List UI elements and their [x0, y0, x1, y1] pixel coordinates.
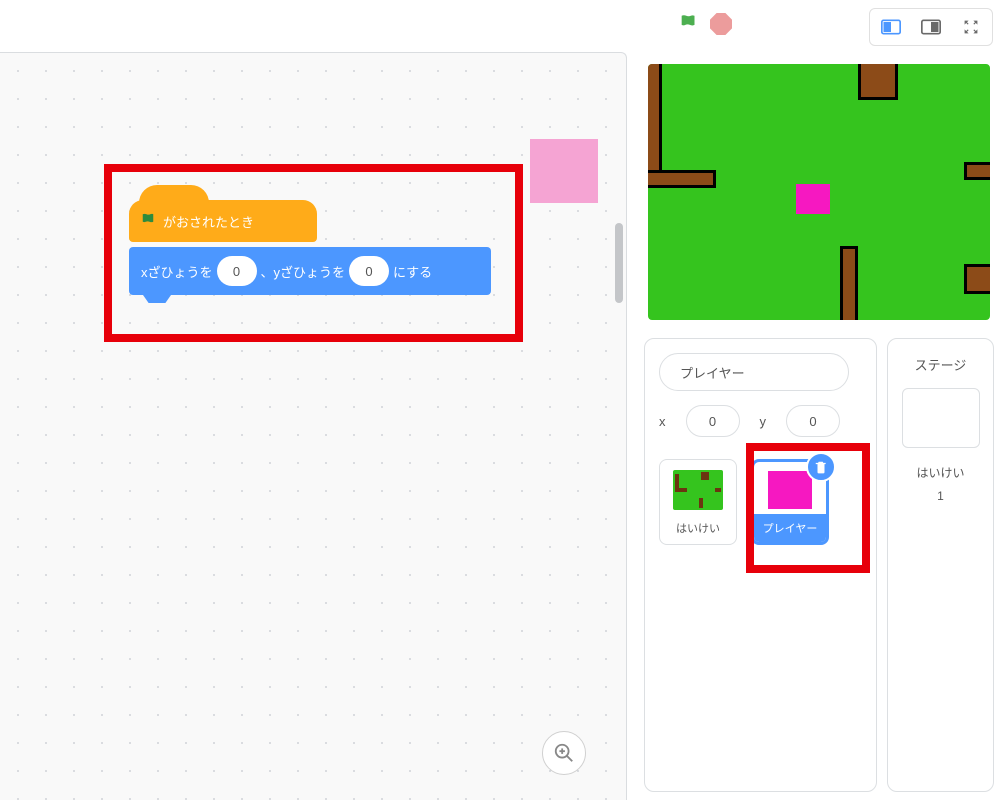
annotation-highlight-sprite	[746, 443, 870, 573]
workspace-scrollbar[interactable]	[615, 223, 623, 303]
sprite-coordinates: x 0 y 0	[659, 405, 862, 437]
sprite-y-field[interactable]: 0	[786, 405, 840, 437]
sprite-name-field[interactable]: プレイヤー	[659, 353, 849, 391]
goto-x-input[interactable]: 0	[217, 256, 257, 286]
stage-backdrop-thumb[interactable]	[902, 388, 980, 448]
sprite-x-field[interactable]: 0	[686, 405, 740, 437]
stage-size-controls	[869, 8, 993, 46]
code-workspace[interactable]: がおされたとき xざひょうを 0 、yざひょうを 0 にする	[0, 52, 627, 800]
goto-y-input[interactable]: 0	[349, 256, 389, 286]
top-toolbar	[0, 0, 1003, 52]
wall	[858, 60, 898, 100]
small-stage-button[interactable]	[873, 12, 909, 42]
hat-block-label: がおされたとき	[163, 212, 254, 231]
x-label: x	[659, 414, 666, 429]
zoom-in-button[interactable]	[542, 731, 586, 775]
when-flag-clicked-block[interactable]: がおされたとき	[129, 200, 317, 242]
wall	[644, 170, 716, 188]
goto-y-label: 、yざひょうを	[261, 262, 346, 281]
large-stage-button[interactable]	[913, 12, 949, 42]
stage-preview[interactable]	[644, 60, 994, 324]
sprite-tile-label: はいけい	[676, 520, 720, 536]
goto-suffix-label: にする	[393, 262, 432, 281]
stage-panel: ステージ はいけい 1	[887, 338, 994, 792]
stop-icon[interactable]	[710, 13, 732, 35]
flag-icon	[139, 211, 157, 231]
wall	[644, 60, 662, 175]
goto-xy-block[interactable]: xざひょうを 0 、yざひょうを 0 にする	[129, 247, 491, 295]
wall	[840, 246, 858, 324]
run-controls	[678, 12, 732, 36]
fullscreen-button[interactable]	[953, 12, 989, 42]
y-label: y	[760, 414, 767, 429]
sprite-thumb-background	[669, 466, 727, 514]
backdrop-label: はいけい	[888, 464, 993, 481]
sprite-preview-overlay	[530, 139, 598, 203]
stage-title: ステージ	[888, 355, 993, 374]
goto-x-label: xざひょうを	[141, 262, 213, 281]
wall	[964, 162, 994, 180]
green-flag-icon[interactable]	[678, 12, 700, 36]
sprite-tile-background[interactable]: はいけい	[659, 459, 737, 545]
player-sprite-on-stage	[796, 184, 830, 214]
backdrop-count: 1	[888, 489, 993, 503]
wall	[964, 264, 994, 294]
